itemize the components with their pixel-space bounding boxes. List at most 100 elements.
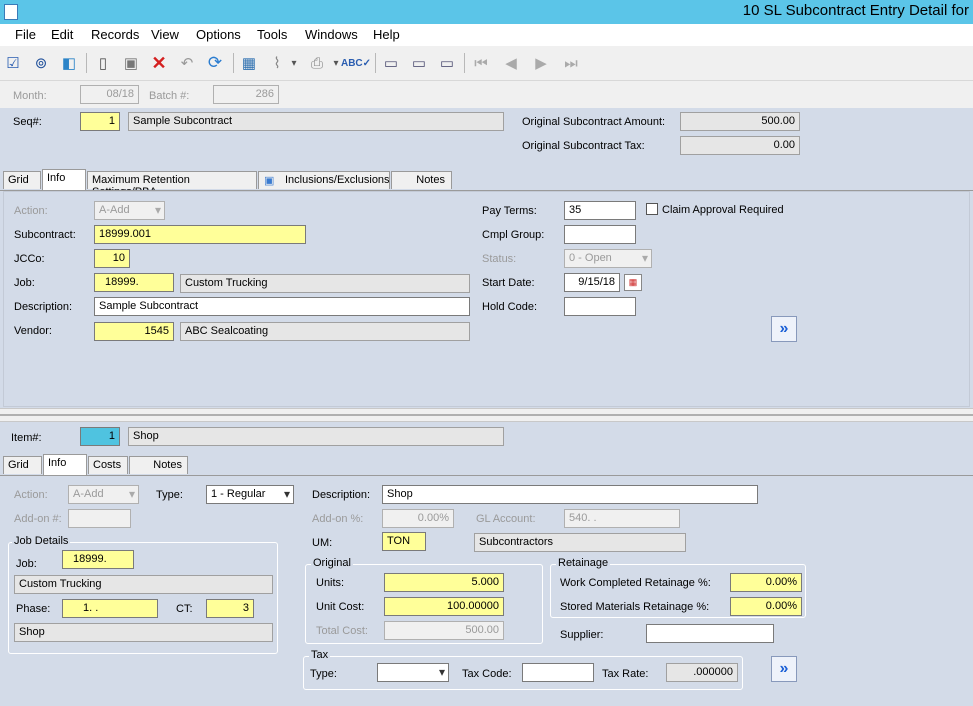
forward-arrows-icon[interactable]: » — [771, 316, 797, 342]
splitter[interactable] — [0, 408, 973, 422]
menu-edit[interactable]: Edit — [51, 27, 73, 42]
taxrate-label: Tax Rate: — [602, 668, 649, 680]
item-job-field[interactable]: 18999. — [62, 550, 134, 569]
item-action-label: Action: — [14, 489, 48, 501]
menu-tools[interactable]: Tools — [257, 27, 287, 42]
jcco-field[interactable]: 10 — [94, 249, 130, 268]
sm-retainage-label: Stored Materials Retainage %: — [560, 601, 710, 613]
ct-field[interactable]: 3 — [206, 599, 254, 618]
seq-label: Seq#: — [13, 116, 42, 128]
status-select: 0 - Open — [564, 249, 652, 268]
unitcost-field[interactable]: 100.00000 — [384, 597, 504, 616]
tax-type-select[interactable] — [377, 663, 449, 682]
addon-pct-label: Add-on %: — [312, 513, 364, 525]
holdcode-label: Hold Code: — [482, 301, 538, 313]
wc-retainage-label: Work Completed Retainage %: — [560, 577, 711, 589]
undo-icon[interactable]: ↶ — [176, 52, 198, 74]
payterms-label: Pay Terms: — [482, 205, 537, 217]
menu-view[interactable]: View — [151, 27, 179, 42]
item-description-field[interactable]: Shop — [382, 485, 758, 504]
chevron-down-icon[interactable]: ▾ — [288, 52, 300, 74]
attach-icon[interactable]: ⌇ — [266, 52, 288, 74]
database-icon[interactable]: ◧ — [58, 52, 80, 74]
item-action-select: A-Add — [68, 485, 139, 504]
bottom-tabs: Grid Info Costs Notes — [0, 454, 973, 475]
supplier-field[interactable] — [646, 624, 774, 643]
cmplgroup-label: Cmpl Group: — [482, 229, 545, 241]
addon-label: Add-on #: — [14, 513, 62, 525]
description-field[interactable]: Sample Subcontract — [94, 297, 470, 316]
unitcost-label: Unit Cost: — [316, 601, 365, 613]
next-record-icon[interactable]: ▶ — [530, 52, 552, 74]
seq-field[interactable]: 1 — [80, 112, 120, 131]
item-field[interactable]: 1 — [80, 427, 120, 446]
form-icon-2[interactable]: ▭ — [408, 52, 430, 74]
form-icon[interactable]: ▭ — [380, 52, 402, 74]
phase-field[interactable]: 1. . — [62, 599, 158, 618]
startdate-field[interactable]: 9/15/18 — [564, 273, 620, 292]
delete-icon[interactable]: ✕ — [148, 52, 170, 74]
type-select[interactable]: 1 - Regular — [206, 485, 294, 504]
tab-grid[interactable]: Grid — [3, 171, 41, 189]
refresh-icon[interactable]: ⟳ — [204, 52, 226, 74]
menu-windows[interactable]: Windows — [305, 27, 358, 42]
subcontract-label: Subcontract: — [14, 229, 76, 241]
taxcode-label: Tax Code: — [462, 668, 512, 680]
title-bar: 10 SL Subcontract Entry Detail for — [0, 0, 973, 24]
print-icon[interactable]: ⎙ — [306, 52, 328, 74]
menu-help[interactable]: Help — [373, 27, 400, 42]
item-description: Shop — [128, 427, 504, 446]
item-tab-notes[interactable]: Notes — [129, 456, 188, 474]
sm-retainage-field[interactable]: 0.00% — [730, 597, 802, 616]
calendar-icon[interactable]: ▦ — [624, 274, 642, 291]
totalcost-label: Total Cost: — [316, 625, 368, 637]
form-icon-3[interactable]: ▭ — [436, 52, 458, 74]
info-panel: Action: A-Add Subcontract: 18999.001 JCC… — [0, 190, 973, 409]
prev-record-icon[interactable]: ◀ — [500, 52, 522, 74]
glaccount-label: GL Account: — [476, 513, 536, 525]
document-icon[interactable]: ▯ — [92, 52, 114, 74]
item-tab-costs[interactable]: Costs — [88, 456, 128, 474]
orig-amount-field: 500.00 — [680, 112, 800, 131]
menu-file[interactable]: File — [15, 27, 36, 42]
last-record-icon[interactable]: ⏭ — [560, 52, 582, 74]
inclusions-icon: ▣ — [264, 175, 275, 187]
cmplgroup-field[interactable] — [564, 225, 636, 244]
um-label: UM: — [312, 537, 333, 549]
item-tab-grid[interactable]: Grid — [3, 456, 42, 474]
menu-options[interactable]: Options — [196, 27, 241, 42]
menu-records[interactable]: Records — [91, 27, 139, 42]
spellcheck-icon[interactable]: ABC✓ — [341, 52, 371, 74]
tab-inclusions-label: Inclusions/Exclusions — [285, 174, 390, 186]
first-record-icon[interactable]: ⏮ — [470, 52, 492, 74]
item-forward-arrows-icon[interactable]: » — [771, 656, 797, 682]
tab-inclusions[interactable]: ▣ Inclusions/Exclusions — [258, 171, 390, 189]
binoculars-icon[interactable]: ⊚ — [30, 52, 52, 74]
holdcode-field[interactable] — [564, 297, 636, 316]
tab-max-retention[interactable]: Maximum Retention Settings/PBA — [87, 171, 257, 198]
tab-notes[interactable]: Notes — [391, 171, 452, 189]
batch-label: Batch #: — [149, 90, 190, 102]
taxcode-field[interactable] — [522, 663, 594, 682]
addon-pct-field: 0.00% — [382, 509, 454, 528]
wc-retainage-field[interactable]: 0.00% — [730, 573, 802, 592]
checklist-icon[interactable]: ☑ — [2, 52, 24, 74]
um-field[interactable]: TON — [382, 532, 426, 551]
vendor-field[interactable]: 1545 — [94, 322, 174, 341]
save-icon[interactable]: ▣ — [120, 52, 142, 74]
tab-info[interactable]: Info — [42, 169, 86, 190]
item-tab-info[interactable]: Info — [43, 454, 87, 475]
job-details-title: Job Details — [12, 535, 71, 547]
batch-row: Month: 08/18 Batch #: 286 — [0, 81, 973, 108]
job-description: Custom Trucking — [180, 274, 470, 293]
claim-approval-checkbox[interactable] — [646, 203, 658, 215]
tax-title: Tax — [309, 649, 331, 661]
calculator-icon[interactable]: ▦ — [238, 52, 260, 74]
glaccount-field: 540. . — [564, 509, 680, 528]
units-field[interactable]: 5.000 — [384, 573, 504, 592]
subcontract-field[interactable]: 18999.001 — [94, 225, 306, 244]
original-title: Original — [311, 557, 353, 569]
job-field[interactable]: 18999. — [94, 273, 174, 292]
toolbar: ☑ ⊚ ◧ ▯ ▣ ✕ ↶ ⟳ ▦ ⌇ ▾ ⎙ ▾ ABC✓ ▭ ▭ ▭ ⏮ ◀… — [0, 46, 973, 81]
payterms-field[interactable]: 35 — [564, 201, 636, 220]
